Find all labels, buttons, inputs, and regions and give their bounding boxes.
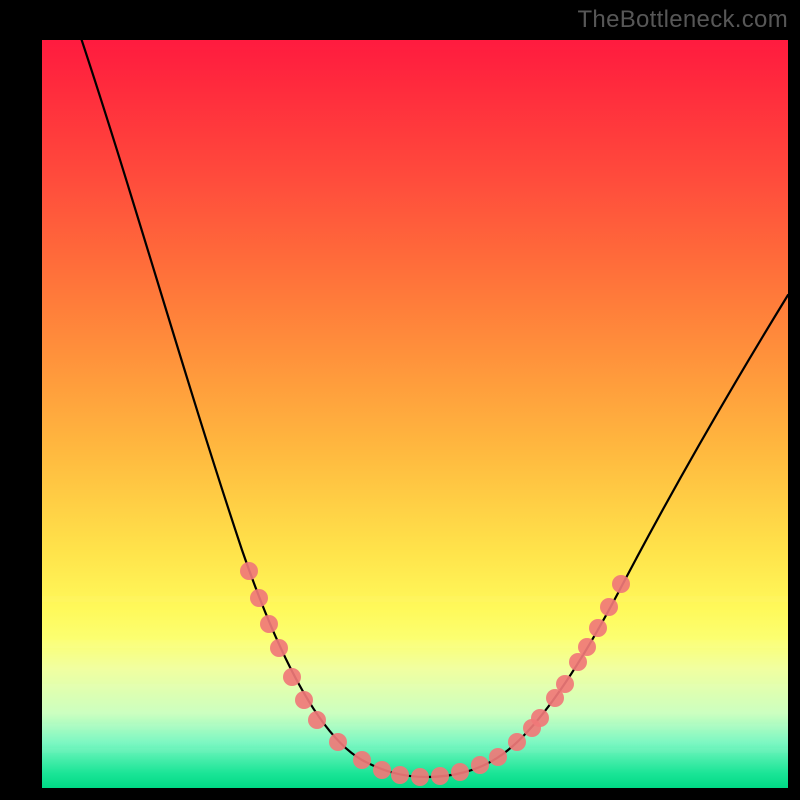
data-dot	[295, 691, 313, 709]
watermark-text: TheBottleneck.com	[577, 6, 788, 34]
curve-layer	[42, 40, 788, 788]
dots-left-group	[240, 562, 347, 751]
data-dot	[600, 598, 618, 616]
data-dot	[578, 638, 596, 656]
data-dot	[569, 653, 587, 671]
data-dot	[411, 768, 429, 786]
bottleneck-curve-path	[75, 40, 788, 777]
data-dot	[556, 675, 574, 693]
plot-area	[42, 40, 788, 788]
data-dot	[431, 767, 449, 785]
data-dot	[531, 709, 549, 727]
data-dot	[451, 763, 469, 781]
data-dot	[391, 766, 409, 784]
data-dot	[329, 733, 347, 751]
data-dot	[240, 562, 258, 580]
data-dot	[612, 575, 630, 593]
data-dot	[589, 619, 607, 637]
dots-bottom-group	[353, 748, 507, 786]
data-dot	[471, 756, 489, 774]
data-dot	[508, 733, 526, 751]
data-dot	[270, 639, 288, 657]
chart-stage: TheBottleneck.com	[0, 0, 800, 800]
data-dot	[260, 615, 278, 633]
data-dot	[250, 589, 268, 607]
data-dot	[283, 668, 301, 686]
dots-right-group	[508, 575, 630, 751]
data-dot	[373, 761, 391, 779]
data-dot	[308, 711, 326, 729]
data-dot	[353, 751, 371, 769]
data-dot	[489, 748, 507, 766]
